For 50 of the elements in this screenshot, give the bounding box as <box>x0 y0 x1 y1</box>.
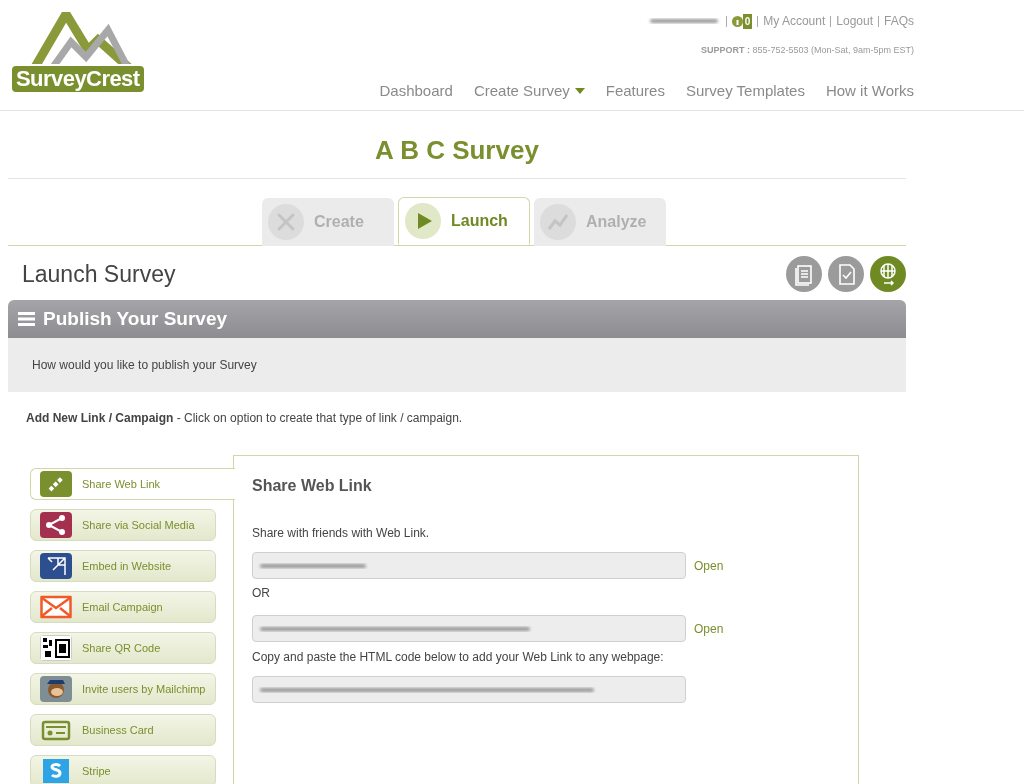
play-icon <box>405 203 441 239</box>
step-tab[interactable]: Analyze <box>534 198 666 246</box>
detail-title: Share Web Link <box>252 476 373 496</box>
menu-icon <box>18 312 35 326</box>
panel-header: Publish Your Survey <box>8 300 906 338</box>
account-link[interactable]: My Account <box>763 12 826 30</box>
link-field[interactable] <box>252 676 686 703</box>
chain-link-icon <box>40 471 72 497</box>
checked-document-icon[interactable] <box>828 256 864 292</box>
panel-body: How would you like to publish your Survey <box>8 338 906 392</box>
page-title: Launch Survey <box>22 259 176 289</box>
chart-icon <box>540 204 576 240</box>
publish-option[interactable]: Share via Social Media <box>30 509 216 541</box>
publish-option[interactable]: Email Campaign <box>30 591 216 623</box>
nav-link[interactable]: Survey Templates <box>685 79 805 102</box>
stripe-s-icon <box>40 758 72 784</box>
add-link-instructions: Add New Link / Campaign - Click on option to create that type of link / campaign. <box>26 410 464 427</box>
support-info: SUPPORT : 855-752-5503 (Mon-Sat, 9am-5pm EST) <box>700 44 914 57</box>
account-link[interactable]: FAQs <box>884 12 914 30</box>
detail-intro: Share with friends with Web Link. <box>252 525 431 542</box>
publish-option[interactable]: Business Card <box>30 714 216 746</box>
info-icon <box>731 14 743 28</box>
open-link[interactable]: Open <box>694 619 724 638</box>
nav-link[interactable]: Dashboard <box>379 79 453 102</box>
envelope-icon <box>40 594 72 620</box>
monkey-mascot-icon <box>40 676 72 702</box>
share-nodes-icon <box>40 512 72 538</box>
nav-link[interactable]: How it Works <box>825 79 914 102</box>
link-field[interactable] <box>252 552 686 579</box>
logo-text[interactable]: SurveyCrest <box>10 64 146 94</box>
caret-icon <box>574 87 585 94</box>
publish-option[interactable]: Stripe <box>30 755 216 784</box>
open-link[interactable]: Open <box>694 556 724 575</box>
publish-option[interactable]: Share QR Code <box>30 632 216 664</box>
publish-option[interactable]: Embed in Website <box>30 550 216 582</box>
step-tab[interactable]: Create <box>262 198 394 246</box>
spider-web-icon <box>40 553 72 579</box>
embed-hint: Copy and paste the HTML code below to add your Web Link to any webpage: <box>252 649 665 666</box>
step-tab[interactable]: Launch <box>398 197 530 245</box>
publish-option[interactable]: Invite users by Mailchimp <box>30 673 216 705</box>
or-separator: OR <box>252 585 271 602</box>
nav-link[interactable]: Features <box>605 79 665 102</box>
account-link[interactable]: Logout <box>836 12 873 30</box>
documents-icon[interactable] <box>786 256 822 292</box>
survey-title: A B C Survey <box>375 134 539 167</box>
publish-option[interactable]: Share Web Link <box>30 468 235 500</box>
qr-code-icon <box>40 635 72 661</box>
nav-link[interactable]: Create Survey <box>473 79 585 102</box>
link-field[interactable] <box>252 615 686 642</box>
globe-icon[interactable] <box>870 256 906 292</box>
